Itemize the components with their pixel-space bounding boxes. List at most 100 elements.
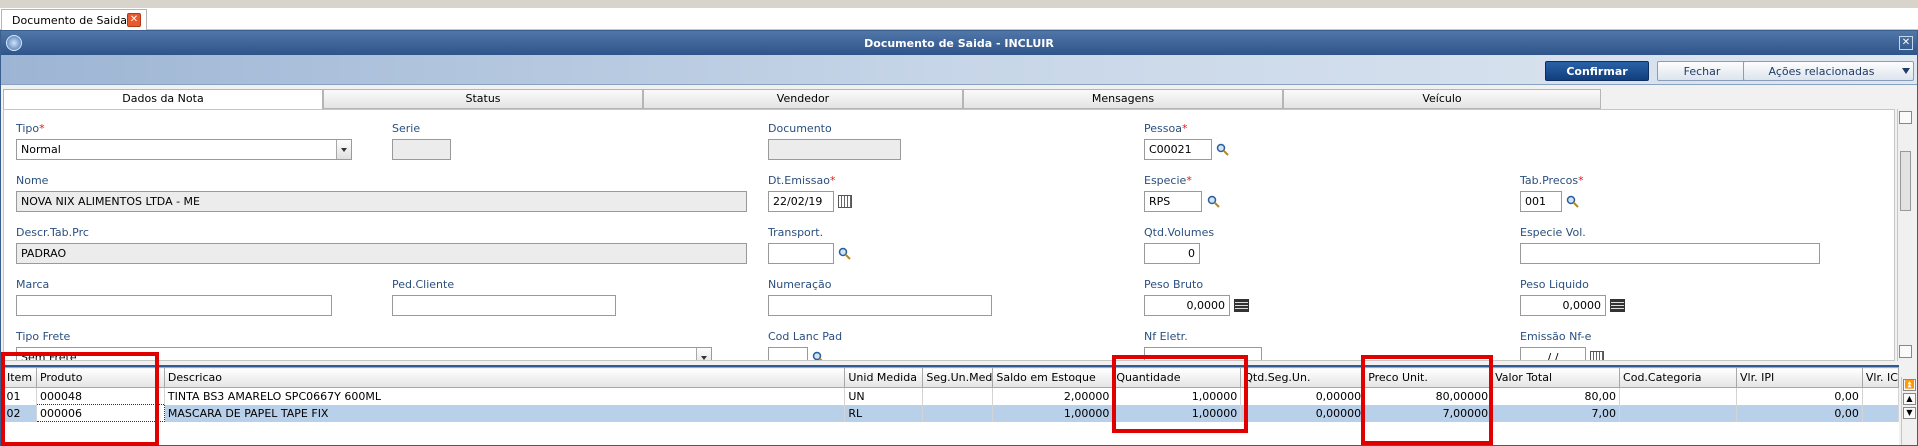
tab-precos-label: Tab.Precos* <box>1520 174 1584 187</box>
document-tab-label: Documento de Saida <box>12 13 127 27</box>
emissao-nfe-field[interactable]: / / <box>1520 347 1586 360</box>
search-icon[interactable] <box>1216 143 1229 156</box>
move-top-icon[interactable]: ⏫ <box>1903 379 1916 391</box>
calculator-icon[interactable] <box>1610 299 1625 312</box>
nome-field: NOVA NIX ALIMENTOS LTDA - ME <box>16 191 747 212</box>
items-grid: Item Produto Descricao Unid Medida Seg.U… <box>3 365 1900 445</box>
highlight-box-quantidade <box>1112 355 1248 433</box>
transport-field[interactable] <box>768 243 834 264</box>
tab-veiculo[interactable]: Veículo <box>1283 89 1601 109</box>
especie-field[interactable]: RPS <box>1144 191 1202 212</box>
cell-seg-un-med[interactable] <box>922 404 994 422</box>
scroll-up-icon[interactable] <box>1899 111 1912 124</box>
chevron-down-icon <box>696 348 711 360</box>
cell-qtd-seg-un[interactable]: 0,00000 <box>1240 387 1366 405</box>
chevron-down-icon <box>336 140 351 159</box>
col-header-vlr-ipi[interactable]: Vlr. IPI <box>1735 367 1863 388</box>
tab-precos-field[interactable]: 001 <box>1520 191 1562 212</box>
tab-mensagens[interactable]: Mensagens <box>963 89 1283 109</box>
tipo-select[interactable]: Normal <box>16 139 352 160</box>
cell-descricao[interactable]: TINTA BS3 AMARELO SPC0667Y 600ML <box>164 387 846 405</box>
chevron-down-icon <box>1902 68 1910 74</box>
cell-unid-medida[interactable]: UN <box>844 387 924 405</box>
close-button[interactable]: Fechar <box>1657 61 1747 81</box>
col-header-cod-categoria[interactable]: Cod.Categoria <box>1619 367 1737 388</box>
close-tab-icon[interactable]: ✕ <box>127 13 141 27</box>
tab-dados-da-nota[interactable]: Dados da Nota <box>3 89 323 110</box>
col-header-valor-total[interactable]: Valor Total <box>1491 367 1621 388</box>
especie-vol-field[interactable] <box>1520 243 1820 264</box>
serie-field <box>392 139 451 160</box>
peso-bruto-field[interactable]: 0,0000 <box>1144 295 1230 316</box>
qtd-volumes-field[interactable]: 0 <box>1144 243 1200 264</box>
scroll-thumb[interactable] <box>1900 151 1911 211</box>
cell-vlr-ic[interactable] <box>1862 387 1900 405</box>
col-header-qtd-seg-un[interactable]: Qtd.Seg.Un. <box>1240 367 1366 388</box>
tipo-frete-label: Tipo Frete <box>16 330 71 343</box>
ped-cliente-label: Ped.Cliente <box>392 278 455 291</box>
tab-vendedor[interactable]: Vendedor <box>643 89 963 109</box>
documento-label: Documento <box>768 122 832 135</box>
dt-emissao-field[interactable]: 22/02/19 <box>768 191 834 212</box>
scroll-down-icon[interactable] <box>1899 345 1912 358</box>
col-header-saldo-estoque[interactable]: Saldo em Estoque <box>992 367 1114 388</box>
nome-label: Nome <box>16 174 49 187</box>
calendar-icon[interactable] <box>1590 351 1604 360</box>
peso-liquido-label: Peso Liquido <box>1520 278 1589 291</box>
highlight-box-item-produto <box>1 352 159 446</box>
cell-unid-medida[interactable]: RL <box>844 404 924 422</box>
cod-lanc-pad-field[interactable] <box>768 347 808 360</box>
search-icon[interactable] <box>812 351 825 361</box>
form-vertical-scrollbar[interactable] <box>1897 109 1913 361</box>
confirm-button[interactable]: Confirmar <box>1545 61 1649 81</box>
search-icon[interactable] <box>1566 195 1579 208</box>
window-title: Documento de Saida - INCLUIR <box>864 36 1054 50</box>
cell-seg-un-med[interactable] <box>922 387 994 405</box>
tab-status[interactable]: Status <box>323 89 643 109</box>
pessoa-label: Pessoa* <box>1144 122 1188 135</box>
cell-vlr-ipi[interactable]: 0,00 <box>1736 387 1863 405</box>
grid-side-controls: ⏫ ▲ ▼ <box>1901 377 1917 445</box>
emissao-nfe-label: Emissão Nf-e <box>1520 330 1592 343</box>
document-tab[interactable]: Documento de Saida ✕ <box>1 9 147 30</box>
document-tab-strip <box>0 8 1918 30</box>
table-row[interactable]: 01 000048 TINTA BS3 AMARELO SPC0667Y 600… <box>3 387 1900 405</box>
cell-vlr-ipi[interactable]: 0,00 <box>1736 404 1863 422</box>
cell-descricao[interactable]: MASCARA DE PAPEL TAPE FIX <box>164 404 846 422</box>
col-header-vlr-ic[interactable]: Vlr. IC <box>1861 367 1900 388</box>
move-down-icon[interactable]: ▼ <box>1903 407 1916 419</box>
move-up-icon[interactable]: ▲ <box>1903 393 1916 405</box>
cell-cod-categoria[interactable] <box>1619 387 1737 405</box>
related-actions-label: Ações relacionadas <box>1768 64 1875 78</box>
calendar-icon[interactable] <box>838 195 852 208</box>
table-row-selected[interactable]: 02 000006 MASCARA DE PAPEL TAPE FIX RL 1… <box>3 404 1900 422</box>
cell-cod-categoria[interactable] <box>1619 404 1737 422</box>
numeracao-field[interactable] <box>768 295 992 316</box>
pessoa-field[interactable]: C00021 <box>1144 139 1212 160</box>
numeracao-label: Numeração <box>768 278 832 291</box>
marca-field[interactable] <box>16 295 332 316</box>
cell-vlr-ic[interactable] <box>1862 404 1900 422</box>
cell-saldo-estoque[interactable]: 1,00000 <box>992 404 1114 422</box>
cell-valor-total[interactable]: 7,00 <box>1491 404 1621 422</box>
form-area: Tipo* Normal Serie Documento Pessoa* C00… <box>3 109 1895 361</box>
window-close-icon[interactable]: ✕ <box>1899 36 1913 50</box>
calculator-icon[interactable] <box>1234 299 1249 312</box>
ped-cliente-field[interactable] <box>392 295 616 316</box>
cell-saldo-estoque[interactable]: 2,00000 <box>992 387 1114 405</box>
cell-qtd-seg-un[interactable]: 0,00000 <box>1240 404 1366 422</box>
cell-valor-total[interactable]: 80,00 <box>1491 387 1621 405</box>
folder-tabs: Dados da Nota Status Vendedor Mensagens … <box>3 89 1917 110</box>
search-icon[interactable] <box>1207 195 1220 208</box>
search-icon[interactable] <box>838 247 851 260</box>
col-header-descricao[interactable]: Descricao <box>163 367 846 388</box>
qtd-volumes-label: Qtd.Volumes <box>1144 226 1215 239</box>
col-header-seg-un-med[interactable]: Seg.Un.Med <box>922 367 994 388</box>
related-actions-button[interactable]: Ações relacionadas <box>1743 61 1914 81</box>
peso-bruto-label: Peso Bruto <box>1144 278 1204 291</box>
col-header-unid-medida[interactable]: Unid Medida <box>844 367 924 388</box>
descr-tab-prc-field: PADRAO <box>16 243 747 264</box>
transport-label: Transport. <box>768 226 824 239</box>
peso-liquido-field[interactable]: 0,0000 <box>1520 295 1606 316</box>
action-toolbar: Confirmar Fechar Ações relacionadas <box>1 55 1917 85</box>
